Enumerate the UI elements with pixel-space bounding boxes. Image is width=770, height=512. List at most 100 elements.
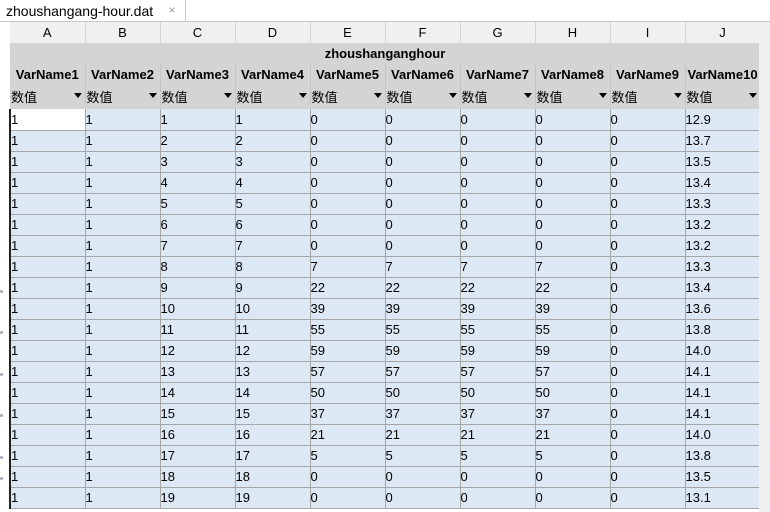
data-cell[interactable]: 7: [535, 256, 611, 278]
data-cell[interactable]: 0: [610, 298, 686, 320]
variable-name-header[interactable]: VarName2: [85, 63, 161, 85]
column-letter-e[interactable]: E: [310, 22, 386, 44]
file-tab[interactable]: zhoushangang-hour.dat ×: [0, 0, 186, 21]
data-cell[interactable]: 1: [85, 298, 161, 320]
data-cell[interactable]: 0: [460, 466, 536, 488]
data-cell[interactable]: 0: [460, 193, 536, 215]
column-letter-h[interactable]: H: [535, 22, 611, 44]
data-cell[interactable]: 12: [160, 340, 236, 362]
data-cell[interactable]: 14.1: [685, 403, 761, 425]
data-cell[interactable]: 1: [235, 109, 311, 131]
data-cell[interactable]: 17: [160, 445, 236, 467]
data-cell[interactable]: 0: [610, 256, 686, 278]
data-cell[interactable]: 37: [460, 403, 536, 425]
data-cell[interactable]: 0: [535, 109, 611, 131]
data-cell[interactable]: 14: [235, 382, 311, 404]
data-cell[interactable]: 1: [160, 109, 236, 131]
data-cell[interactable]: 50: [460, 382, 536, 404]
data-cell[interactable]: 0: [310, 487, 386, 509]
data-cell[interactable]: 55: [385, 319, 461, 341]
data-cell[interactable]: 13.6: [685, 298, 761, 320]
data-cell[interactable]: 0: [535, 130, 611, 152]
data-cell[interactable]: 7: [160, 235, 236, 257]
dropdown-arrow-icon[interactable]: [748, 93, 757, 98]
data-cell[interactable]: 21: [460, 424, 536, 446]
data-cell[interactable]: 0: [610, 319, 686, 341]
data-cell[interactable]: 16: [235, 424, 311, 446]
data-cell[interactable]: 1: [85, 382, 161, 404]
data-cell[interactable]: 13.7: [685, 130, 761, 152]
data-cell[interactable]: 0: [310, 130, 386, 152]
data-cell[interactable]: 0: [385, 130, 461, 152]
dropdown-arrow-icon[interactable]: [373, 93, 382, 98]
data-cell[interactable]: 1: [85, 424, 161, 446]
data-cell[interactable]: 1: [85, 340, 161, 362]
data-cell[interactable]: 10: [235, 298, 311, 320]
data-cell[interactable]: 0: [535, 172, 611, 194]
variable-name-header[interactable]: VarName3: [160, 63, 236, 85]
data-cell[interactable]: 1: [9, 487, 86, 509]
data-cell[interactable]: 15: [235, 403, 311, 425]
column-letter-c[interactable]: C: [160, 22, 236, 44]
data-cell[interactable]: 1: [85, 487, 161, 509]
data-cell[interactable]: 57: [310, 361, 386, 383]
data-cell[interactable]: 0: [610, 466, 686, 488]
data-cell[interactable]: 0: [310, 466, 386, 488]
data-cell[interactable]: 7: [460, 256, 536, 278]
data-cell[interactable]: 1: [85, 361, 161, 383]
data-cell[interactable]: 21: [310, 424, 386, 446]
data-cell[interactable]: 13.8: [685, 445, 761, 467]
data-cell[interactable]: 0: [310, 214, 386, 236]
data-cell[interactable]: 1: [85, 319, 161, 341]
column-letter-i[interactable]: I: [610, 22, 686, 44]
data-cell[interactable]: 59: [310, 340, 386, 362]
data-cell[interactable]: 1: [9, 403, 86, 425]
data-cell[interactable]: 2: [160, 130, 236, 152]
data-cell[interactable]: 8: [160, 256, 236, 278]
data-cell[interactable]: 22: [535, 277, 611, 299]
variable-type-dropdown[interactable]: 数值: [685, 85, 761, 105]
data-cell[interactable]: 9: [160, 277, 236, 299]
data-cell[interactable]: 5: [160, 193, 236, 215]
data-cell[interactable]: 9: [235, 277, 311, 299]
column-letter-g[interactable]: G: [460, 22, 536, 44]
column-letter-a[interactable]: A: [10, 22, 86, 44]
data-cell[interactable]: 55: [535, 319, 611, 341]
data-cell[interactable]: 13.4: [685, 277, 761, 299]
data-cell[interactable]: 50: [385, 382, 461, 404]
data-cell[interactable]: 0: [535, 151, 611, 173]
variable-name-header[interactable]: VarName1: [10, 63, 86, 85]
data-cell[interactable]: 1: [85, 109, 161, 131]
data-cell[interactable]: 0: [610, 172, 686, 194]
variable-name-header[interactable]: VarName6: [385, 63, 461, 85]
data-cell[interactable]: 13.8: [685, 319, 761, 341]
data-cell[interactable]: 0: [610, 193, 686, 215]
data-cell[interactable]: 0: [535, 214, 611, 236]
variable-name-header[interactable]: VarName9: [610, 63, 686, 85]
data-cell[interactable]: 0: [460, 130, 536, 152]
data-cell[interactable]: 5: [460, 445, 536, 467]
column-letter-b[interactable]: B: [85, 22, 161, 44]
data-cell[interactable]: 14.0: [685, 424, 761, 446]
data-cell[interactable]: 0: [385, 487, 461, 509]
data-cell[interactable]: 0: [610, 109, 686, 131]
data-cell[interactable]: 1: [85, 403, 161, 425]
dropdown-arrow-icon[interactable]: [523, 93, 532, 98]
data-cell[interactable]: 15: [160, 403, 236, 425]
data-cell[interactable]: 1: [9, 256, 86, 278]
variable-type-dropdown[interactable]: 数值: [460, 85, 536, 105]
data-cell[interactable]: 13.2: [685, 214, 761, 236]
data-cell[interactable]: 0: [610, 424, 686, 446]
data-cell[interactable]: 1: [85, 445, 161, 467]
data-cell[interactable]: 21: [385, 424, 461, 446]
data-cell[interactable]: 0: [610, 235, 686, 257]
data-cell[interactable]: 2: [235, 130, 311, 152]
data-cell[interactable]: 0: [460, 151, 536, 173]
data-cell[interactable]: 4: [160, 172, 236, 194]
dropdown-arrow-icon[interactable]: [223, 93, 232, 98]
data-cell[interactable]: 1: [9, 235, 86, 257]
data-cell[interactable]: 57: [460, 361, 536, 383]
data-cell[interactable]: 0: [310, 235, 386, 257]
data-cell[interactable]: 5: [310, 445, 386, 467]
data-cell[interactable]: 1: [9, 319, 86, 341]
